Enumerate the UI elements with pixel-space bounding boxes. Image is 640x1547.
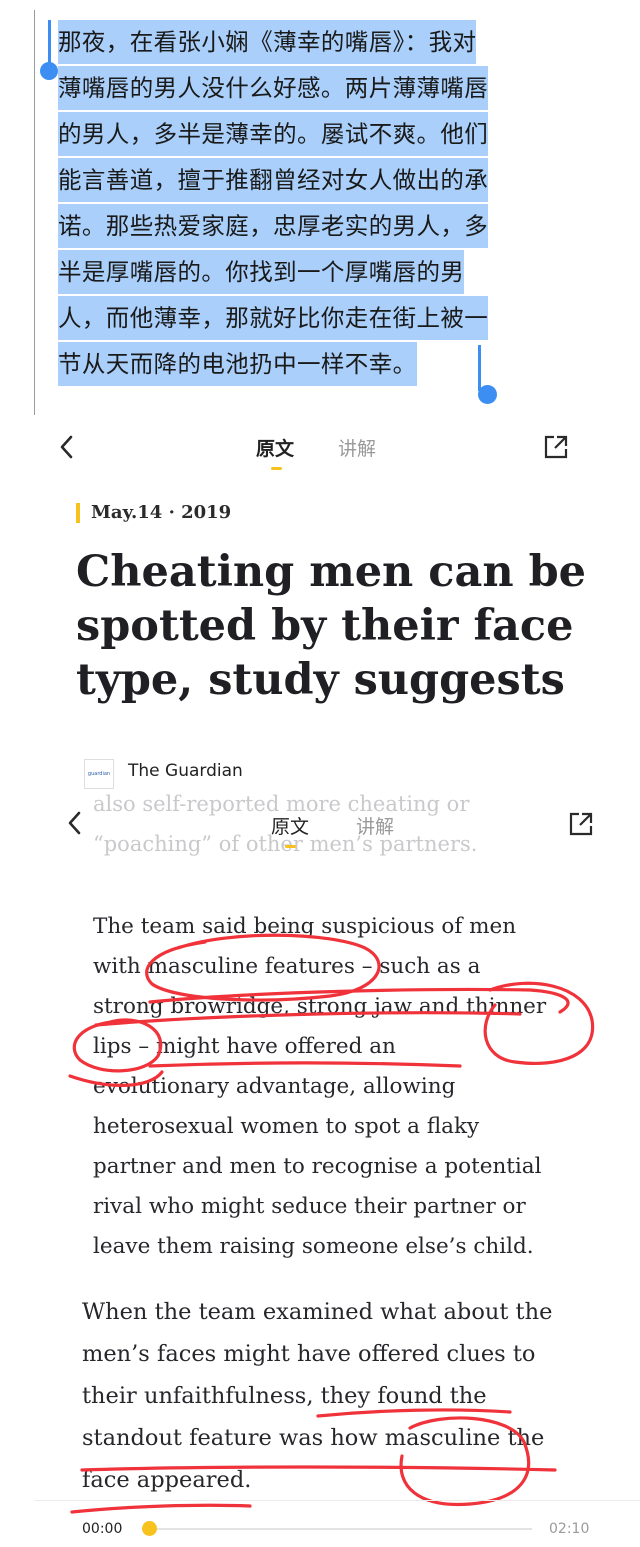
selected-passage[interactable]: 那夜，在看张小娴《薄幸的嘴唇》：我对 薄嘴唇的男人没什么好感。两片薄薄嘴唇 的男… — [0, 0, 640, 415]
chevron-left-icon[interactable] — [58, 434, 76, 460]
selected-text-line[interactable]: 节从天而降的电池扔中一样不幸。 — [58, 342, 417, 386]
paragraph-line: The team said being suspicious of men — [93, 914, 517, 939]
share-icon[interactable] — [568, 811, 594, 837]
selection-start-dot — [40, 62, 58, 80]
active-tab-indicator — [271, 467, 282, 470]
paragraph-line: evolutionary advantage, allowing — [93, 1074, 456, 1099]
selected-text-line[interactable]: 薄嘴唇的男人没什么好感。两片薄薄嘴唇 — [58, 66, 489, 110]
selected-text-line[interactable]: 的男人，多半是薄幸的。屡试不爽。他们 — [58, 112, 489, 156]
paragraph-line: leave them raising someone else’s child. — [93, 1234, 534, 1259]
paragraph-line: lips – might have offered an — [93, 1034, 396, 1059]
date-accent-bar — [76, 503, 80, 523]
selected-text-line[interactable]: 人，而他薄幸，那就好比你走在街上被一 — [58, 296, 489, 340]
tab-explanation[interactable]: 讲解 — [356, 812, 394, 839]
selection-end-bar — [478, 345, 481, 391]
paragraph-line: standout feature was how masculine the — [82, 1425, 545, 1451]
paragraph-line: heterosexual women to spot a flaky — [93, 1114, 480, 1139]
paragraph-line: strong browridge, strong jaw and thinner — [93, 994, 547, 1019]
audio-current-time: 00:00 — [82, 1521, 123, 1537]
audio-divider — [34, 1500, 640, 1501]
source-logo: guardian — [84, 759, 114, 789]
selected-text-line[interactable]: 半是厚嘴唇的。你找到一个厚嘴唇的男 — [58, 250, 465, 294]
audio-progress-track[interactable] — [150, 1528, 532, 1530]
tab-original[interactable]: 原文 — [256, 434, 294, 461]
second-nav-bar: 原文 讲解 — [0, 800, 640, 850]
top-nav-bar: 原文 讲解 — [0, 420, 640, 476]
chevron-left-icon[interactable] — [66, 810, 84, 836]
paragraph-line: face appeared. — [82, 1467, 252, 1493]
article-date: May.14 · 2019 — [91, 502, 232, 523]
paragraph-line: When the team examined what about the — [82, 1299, 553, 1325]
share-icon[interactable] — [543, 434, 569, 460]
selected-text-line[interactable]: 能言善道，擅于推翻曾经对女人做出的承 — [58, 158, 489, 202]
audio-progress-knob[interactable] — [142, 1521, 157, 1536]
paragraph-line: their unfaithfulness, they found the — [82, 1383, 487, 1409]
paragraph-line: rival who might seduce their partner or — [93, 1194, 526, 1219]
selected-text-line[interactable]: 那夜，在看张小娴《薄幸的嘴唇》：我对 — [58, 20, 477, 64]
article-headline: Cheating men can be spotted by their fac… — [76, 547, 586, 705]
tab-original[interactable]: 原文 — [271, 812, 309, 839]
tab-explanation[interactable]: 讲解 — [338, 434, 376, 461]
active-tab-indicator — [285, 845, 296, 848]
audio-total-time: 02:10 — [549, 1521, 590, 1537]
paragraph-line: men’s faces might have offered clues to — [82, 1341, 536, 1367]
selection-end-dot — [478, 385, 497, 404]
source-name: The Guardian — [128, 761, 243, 781]
selected-text-line[interactable]: 诺。那些热爱家庭，忠厚老实的男人，多 — [58, 204, 489, 248]
paragraph-line: partner and men to recognise a potential — [93, 1154, 542, 1179]
divider-line — [34, 10, 35, 415]
paragraph-line: with masculine features – such as a — [93, 954, 481, 979]
